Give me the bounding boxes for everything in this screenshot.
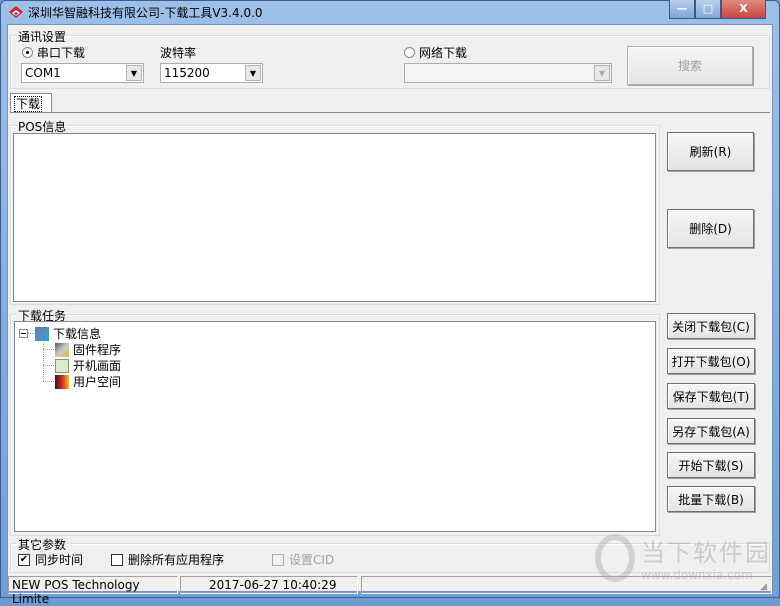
tree-root-download-info[interactable]: 下载信息 (35, 325, 101, 342)
chevron-down-icon[interactable]: ▼ (245, 65, 261, 81)
save-package-button[interactable]: 保存下载包(T) (667, 383, 755, 409)
tree-label: 下载信息 (53, 327, 102, 341)
firmware-icon (55, 342, 69, 357)
window-title: 深圳华智融科技有限公司-下载工具V3.4.0.0 (28, 6, 263, 20)
tab-download-label: 下载 (14, 96, 43, 112)
open-package-button[interactable]: 打开下载包(O) (667, 348, 755, 374)
tree-label: 固件程序 (73, 343, 122, 357)
serial-download-label: 串口下载 (37, 46, 86, 60)
delete-apps-checkbox[interactable]: 删除所有应用程序 (111, 551, 224, 568)
start-download-button[interactable]: 开始下载(S) (667, 452, 755, 478)
network-download-label: 网络下载 (419, 46, 468, 60)
watermark-name: 当下软件园 (641, 539, 771, 567)
delete-apps-label: 删除所有应用程序 (128, 553, 225, 567)
close-package-button[interactable]: 关闭下载包(C) (667, 313, 755, 339)
chevron-down-icon[interactable]: ▼ (126, 65, 142, 81)
tree-item-user-space[interactable]: 用户空间 (55, 373, 121, 390)
tree-item-boot-screen[interactable]: 开机画面 (55, 357, 121, 374)
image-icon (55, 358, 69, 373)
sync-time-label: 同步时间 (35, 553, 84, 567)
watermark-logo-icon (595, 533, 635, 582)
chevron-down-icon[interactable]: ▼ (594, 65, 610, 81)
save-as-package-button[interactable]: 另存下载包(A) (667, 418, 755, 444)
tree-label: 开机画面 (73, 359, 122, 373)
status-extra (361, 576, 772, 594)
radio-indicator[interactable] (404, 47, 415, 58)
pos-info-list[interactable] (13, 133, 656, 302)
network-download-radio[interactable]: 网络下载 (404, 44, 467, 61)
batch-download-button[interactable]: 批量下载(B) (667, 486, 755, 512)
delete-button[interactable]: 删除(D) (667, 209, 754, 248)
search-button[interactable]: 搜索 (627, 46, 753, 85)
baud-value: 115200 (164, 66, 210, 80)
status-datetime: 2017-06-27 10:40:29 (180, 576, 358, 594)
check-icon[interactable]: ✔ (18, 553, 30, 566)
status-company: NEW POS Technology Limite (8, 576, 178, 606)
baud-label: 波特率 (160, 46, 197, 60)
port-select[interactable]: COM1 ▼ (21, 63, 144, 83)
port-value: COM1 (25, 66, 61, 80)
network-select[interactable]: ▼ (404, 63, 612, 83)
tree-item-firmware[interactable]: 固件程序 (55, 341, 121, 358)
baud-select[interactable]: 115200 ▼ (160, 63, 263, 83)
tree-label: 用户空间 (73, 375, 122, 389)
watermark: 当下软件园 www.downxia.com (595, 533, 771, 582)
download-tree[interactable]: 下载信息 固件程序 开机画面 用户空间 (14, 321, 656, 532)
tab-divider (10, 112, 770, 113)
tab-download[interactable]: 下载 (10, 93, 52, 113)
refresh-button[interactable]: 刷新(R) (667, 132, 754, 171)
user-space-icon (55, 374, 69, 389)
resize-grip-icon[interactable]: ◢ (760, 582, 767, 592)
set-cid-checkbox[interactable]: 设置CID (272, 551, 334, 568)
serial-download-radio[interactable]: 串口下载 (22, 44, 85, 61)
computer-icon (35, 326, 49, 341)
maximize-button[interactable]: □ (695, 0, 721, 19)
set-cid-label: 设置CID (289, 553, 335, 567)
minimize-button[interactable]: — (669, 0, 695, 19)
close-button[interactable]: X (721, 0, 766, 19)
sync-time-checkbox[interactable]: ✔ 同步时间 (18, 551, 83, 568)
comm-settings-label: 通讯设置 (17, 28, 68, 45)
checkbox-box[interactable] (111, 553, 123, 566)
app-logo-icon (9, 6, 23, 18)
checkbox-box[interactable] (272, 553, 284, 566)
radio-indicator[interactable] (22, 47, 33, 58)
